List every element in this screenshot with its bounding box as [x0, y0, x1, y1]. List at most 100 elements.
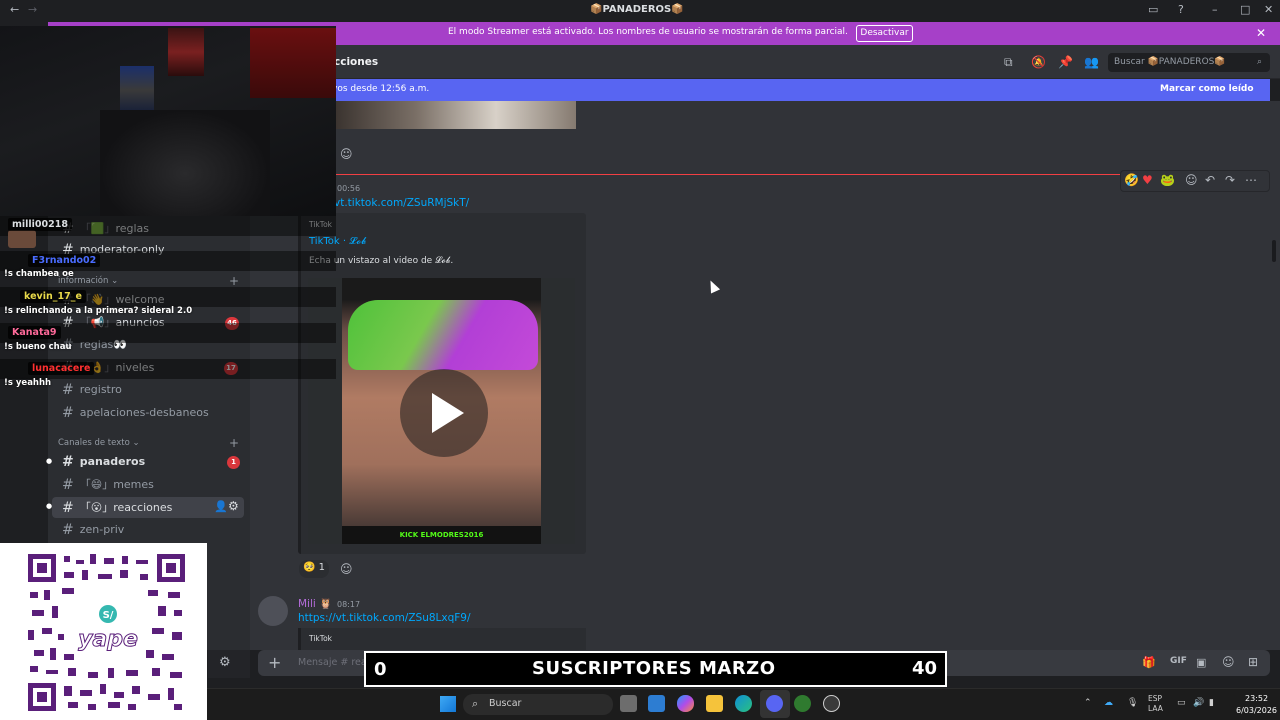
svg-text:yape: yape [78, 627, 138, 652]
language-indicator[interactable]: ESP LAA [1148, 694, 1163, 714]
message-timestamp: 00:56 [337, 184, 361, 193]
forward-arrow-icon[interactable]: → [28, 3, 37, 16]
avatar[interactable] [258, 596, 288, 626]
subscribers-start: 0 [374, 659, 387, 680]
close-window-icon[interactable]: ✕ [1264, 3, 1273, 16]
threads-icon[interactable]: ⧉ [1004, 55, 1013, 70]
search-icon: ⌕ [472, 697, 479, 710]
taskbar-search[interactable]: ⌕ Buscar [463, 694, 613, 715]
search-icon: ⌕ [1257, 57, 1263, 67]
tiktok-link[interactable]: https://vt.tiktok.com/ZSu8LxqF9/ [298, 612, 471, 624]
gift-icon[interactable]: 🎁 [1142, 656, 1156, 669]
chat-message: !s yeahhh [4, 378, 52, 388]
hash-icon: # [62, 454, 74, 470]
user-settings-gear-icon[interactable]: ⚙ [219, 655, 231, 670]
onedrive-icon[interactable]: ☁ [1104, 698, 1113, 708]
pleading-emoji-icon: 🥺 [303, 562, 316, 573]
wall-poster [120, 66, 154, 114]
channel-reacciones[interactable]: # 「😮」reacciones [62, 499, 172, 519]
emoji-icon[interactable]: ☺ [1222, 655, 1235, 669]
scrollbar-thumb[interactable] [1272, 240, 1276, 262]
message-actions-toolbar: 🤣 ♥ 🐸 ☺ ↶ ↷ ⋯ [1120, 170, 1270, 192]
streamer-silhouette [100, 110, 270, 216]
attach-plus-icon[interactable]: + [268, 653, 281, 672]
file-explorer-icon[interactable] [706, 695, 723, 712]
wall-poster [168, 28, 204, 76]
help-icon[interactable]: ? [1178, 3, 1184, 16]
tray-chevron-icon[interactable]: ⌃ [1084, 698, 1092, 708]
system-clock[interactable]: 23:52 6/03/2026 [1236, 693, 1277, 717]
new-messages-bar[interactable]: vos desde 12:56 a.m. Marcar como leído [250, 79, 1270, 101]
rofl-emoji-icon[interactable]: 🤣 [1124, 173, 1139, 187]
tiktok-embed [298, 628, 586, 650]
custom-emoji-icon[interactable]: 🐸 [1160, 173, 1175, 187]
message-author[interactable]: Mili 🦉 [298, 597, 332, 610]
channel-apelaciones[interactable]: # apelaciones-desbaneos [62, 405, 209, 425]
obs-icon[interactable] [823, 695, 840, 712]
mute-bell-icon[interactable]: 🔕 [1031, 55, 1046, 69]
chat-username: F3rnando02 [28, 254, 101, 267]
unread-dot-icon: ● [46, 502, 53, 510]
mark-as-read-button[interactable]: Marcar como leído [1160, 84, 1254, 94]
forward-icon[interactable]: ↷ [1225, 173, 1235, 187]
embed-author[interactable]: TikTok · 𝓛𝓸𝓫 [309, 236, 366, 247]
reply-icon[interactable]: ↶ [1205, 173, 1215, 187]
hash-icon: # [62, 500, 74, 516]
wall-poster [250, 28, 336, 98]
settings-gear-icon[interactable]: ⚙ [228, 499, 239, 513]
add-channel-icon[interactable]: + [229, 274, 239, 288]
window-title: 📦PANADEROS📦 [590, 4, 684, 15]
channel-zen-priv[interactable]: # zen-priv [62, 522, 124, 542]
add-reaction-icon[interactable]: ☺ [340, 562, 353, 576]
window-titlebar: ← → 📦PANADEROS📦 ▭ ? – □ ✕ [0, 0, 1280, 22]
add-member-icon[interactable]: 👤 [214, 500, 228, 513]
more-options-icon[interactable]: ⋯ [1245, 173, 1257, 187]
channel-memes[interactable]: # 「😄」memes [62, 476, 154, 496]
channel-panaderos[interactable]: # panaderos [62, 454, 145, 474]
copilot-icon[interactable] [677, 695, 694, 712]
sticker-icon[interactable]: ▣ [1196, 656, 1206, 669]
unread-dot-icon: ● [46, 457, 53, 465]
microphone-icon[interactable]: 🎙 [1127, 698, 1138, 708]
chat-message: !s bueno chau [4, 342, 72, 352]
heart-emoji-icon[interactable]: ♥ [1142, 173, 1153, 187]
windows-start-icon[interactable] [440, 696, 456, 712]
add-reaction-icon[interactable]: ☺ [1185, 173, 1198, 187]
embed-provider: TikTok [309, 634, 333, 643]
add-reaction-icon[interactable]: ☺ [340, 147, 353, 161]
edge-icon[interactable] [735, 695, 752, 712]
pin-icon[interactable]: 📌 [1058, 55, 1073, 69]
new-messages-text: vos desde 12:56 a.m. [332, 84, 430, 94]
back-arrow-icon[interactable]: ← [10, 3, 19, 16]
app-icon[interactable] [794, 695, 811, 712]
chat-message: !s relinchando a la primera? sideral 2.0 [4, 306, 193, 316]
subscribers-goal-banner: 0 SUSCRIPTORES MARZO 40 [364, 651, 947, 687]
category-canales-texto[interactable]: Canales de texto ⌄ [58, 438, 140, 448]
inbox-icon[interactable]: ▭ [1148, 3, 1158, 16]
discord-icon[interactable] [766, 695, 783, 712]
channel-registro[interactable]: # registro [62, 382, 122, 402]
close-banner-icon[interactable]: ✕ [1256, 26, 1266, 40]
video-watermark: KICK ELMODRES2016 [342, 526, 541, 544]
previous-video-thumbnail[interactable] [336, 101, 576, 129]
unread-badge: 1 [227, 456, 240, 469]
qr-code-image: S/ yape [28, 554, 185, 711]
battery-icon[interactable]: ▮ [1209, 698, 1214, 708]
store-icon[interactable] [648, 695, 665, 712]
message-timestamp: 08:17 [337, 600, 361, 609]
volume-icon[interactable]: 🔊 [1193, 698, 1204, 708]
maximize-icon[interactable]: □ [1240, 3, 1250, 16]
display-icon[interactable]: ▭ [1177, 698, 1186, 708]
members-icon[interactable]: 👥 [1084, 55, 1099, 69]
deactivate-button[interactable]: Desactivar [856, 25, 913, 42]
search-input[interactable]: Buscar 📦PANADEROS📦 ⌕ [1108, 53, 1270, 72]
add-channel-icon[interactable]: + [229, 436, 239, 450]
play-button[interactable] [400, 369, 488, 457]
jester-hat [348, 300, 538, 370]
tiktok-link[interactable]: vt.tiktok.com/ZSuRMjSkT/ [334, 197, 469, 209]
minimize-icon[interactable]: – [1212, 3, 1218, 16]
task-view-icon[interactable] [620, 695, 637, 712]
apps-icon[interactable]: ⊞ [1248, 655, 1258, 669]
reaction-chip[interactable]: 🥺 1 [299, 560, 330, 578]
gif-icon[interactable]: GIF [1170, 656, 1187, 666]
